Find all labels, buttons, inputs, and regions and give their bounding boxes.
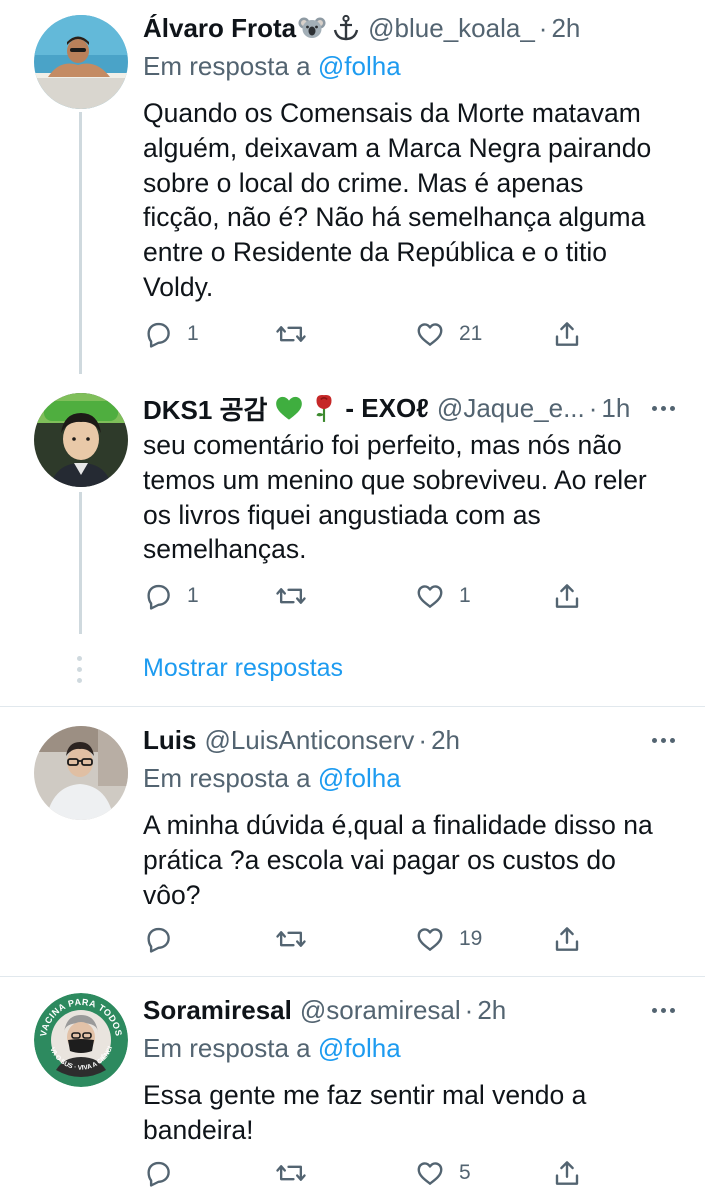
like-button[interactable]: 1 bbox=[415, 581, 471, 611]
separator-dot: · bbox=[464, 994, 474, 1025]
tweet-text: A minha dúvida é,qual a finalidade disso… bbox=[143, 810, 653, 910]
like-button[interactable]: 5 bbox=[415, 1158, 471, 1188]
reply-prefix: Em resposta a bbox=[143, 763, 311, 793]
heart-icon bbox=[417, 1162, 443, 1185]
reply-icon bbox=[147, 927, 170, 953]
reply-context: Em resposta a @folha bbox=[143, 760, 675, 796]
avatar[interactable] bbox=[34, 15, 128, 109]
heart-icon bbox=[417, 585, 443, 608]
avatar[interactable]: VACINA PARA TODOS VIVA O SUS · VIVA A CI… bbox=[34, 993, 128, 1087]
retweet-icon bbox=[276, 1165, 306, 1181]
tweet[interactable]: Álvaro Frota @blue_koala_ · 2h Em respos… bbox=[0, 0, 705, 380]
reply-prefix: Em resposta a bbox=[143, 1033, 311, 1063]
tweet-text: Quando os Comensais da Morte matavam alg… bbox=[143, 98, 652, 302]
retweet-button[interactable] bbox=[275, 319, 307, 349]
reply-button[interactable] bbox=[143, 1158, 187, 1188]
timestamp[interactable]: 2h bbox=[551, 13, 580, 44]
share-button[interactable] bbox=[552, 924, 582, 954]
reply-icon bbox=[147, 322, 170, 348]
display-name[interactable]: Álvaro Frota bbox=[143, 13, 296, 44]
reply-button[interactable] bbox=[143, 924, 187, 954]
reply-to-link[interactable]: @folha bbox=[318, 763, 401, 793]
handle[interactable]: @LuisAnticonserv bbox=[204, 725, 414, 756]
thread-continuation-dots bbox=[77, 656, 83, 683]
like-button[interactable]: 19 bbox=[415, 924, 482, 954]
tweet[interactable]: Luis @LuisAnticonserv · 2h Em resposta a… bbox=[0, 707, 705, 975]
retweet-icon bbox=[276, 931, 306, 947]
like-count: 21 bbox=[459, 322, 483, 345]
separator-dot: · bbox=[418, 724, 428, 755]
avatar[interactable] bbox=[34, 726, 128, 820]
more-options-icon[interactable] bbox=[635, 992, 675, 1028]
reply-context: Em resposta a @folha bbox=[143, 1030, 675, 1066]
display-name[interactable]: Soramiresal bbox=[143, 995, 292, 1026]
heart-icon bbox=[417, 323, 443, 346]
tweet-text: Essa gente me faz sentir mal vendo a ban… bbox=[143, 1080, 587, 1145]
retweet-button[interactable] bbox=[275, 581, 307, 611]
tweet-actions: 5 bbox=[0, 1153, 705, 1193]
reply-count: 1 bbox=[187, 322, 199, 345]
retweet-button[interactable] bbox=[275, 1158, 307, 1188]
timestamp[interactable]: 2h bbox=[431, 725, 460, 756]
reply-context: Em resposta a @folha bbox=[143, 48, 675, 84]
koala-emoji bbox=[298, 14, 326, 42]
share-icon bbox=[555, 927, 579, 951]
tweet[interactable]: VACINA PARA TODOS VIVA O SUS · VIVA A CI… bbox=[0, 977, 705, 1200]
reply-prefix: Em resposta a bbox=[143, 51, 311, 81]
tweet[interactable]: DKS1 공감 - EXOℓ @Jaque_e... · 1h seu come… bbox=[0, 380, 705, 630]
timeline: Álvaro Frota @blue_koala_ · 2h Em respos… bbox=[0, 0, 705, 1200]
avatar[interactable] bbox=[34, 393, 128, 487]
timestamp[interactable]: 1h bbox=[601, 393, 630, 424]
reply-to-link[interactable]: @folha bbox=[318, 51, 401, 81]
tweet-actions: 1 1 bbox=[0, 576, 705, 616]
reply-to-link[interactable]: @folha bbox=[318, 1033, 401, 1063]
like-count: 5 bbox=[459, 1161, 471, 1184]
show-replies-link[interactable]: Mostrar respostas bbox=[143, 654, 343, 683]
tweet-text: seu comentário foi perfeito, mas nós não… bbox=[143, 430, 647, 565]
share-button[interactable] bbox=[552, 319, 582, 349]
share-icon bbox=[555, 1161, 579, 1185]
like-count: 1 bbox=[459, 584, 471, 607]
handle[interactable]: @blue_koala_ bbox=[368, 13, 535, 44]
separator-dot: · bbox=[588, 392, 598, 423]
share-button[interactable] bbox=[552, 1158, 582, 1188]
handle[interactable]: @soramiresal bbox=[300, 995, 461, 1026]
handle[interactable]: @Jaque_e... bbox=[437, 393, 585, 424]
share-button[interactable] bbox=[552, 581, 582, 611]
separator-dot: · bbox=[538, 12, 548, 43]
retweet-icon bbox=[276, 326, 306, 342]
tweet-actions: 1 21 bbox=[0, 314, 705, 354]
share-icon bbox=[555, 584, 579, 608]
anchor-emoji bbox=[332, 14, 360, 42]
reply-count: 1 bbox=[187, 584, 199, 607]
heart-icon bbox=[417, 928, 443, 951]
display-name[interactable]: Luis bbox=[143, 725, 196, 756]
reply-icon bbox=[147, 1161, 170, 1187]
share-icon bbox=[555, 322, 579, 346]
rose-emoji bbox=[311, 393, 337, 423]
more-options-icon[interactable] bbox=[635, 390, 675, 426]
green-heart-emoji bbox=[275, 395, 303, 421]
more-options-icon[interactable] bbox=[635, 722, 675, 758]
timestamp[interactable]: 2h bbox=[477, 995, 506, 1026]
tweet-actions: 19 bbox=[0, 919, 705, 959]
like-count: 19 bbox=[459, 927, 483, 950]
reply-icon bbox=[147, 584, 170, 610]
display-name[interactable]: DKS1 공감 bbox=[143, 390, 267, 426]
retweet-icon bbox=[276, 588, 306, 604]
reply-button[interactable]: 1 bbox=[143, 319, 199, 349]
display-name-suffix[interactable]: - EXOℓ bbox=[345, 393, 429, 424]
retweet-button[interactable] bbox=[275, 924, 307, 954]
like-button[interactable]: 21 bbox=[415, 319, 482, 349]
reply-button[interactable]: 1 bbox=[143, 581, 199, 611]
